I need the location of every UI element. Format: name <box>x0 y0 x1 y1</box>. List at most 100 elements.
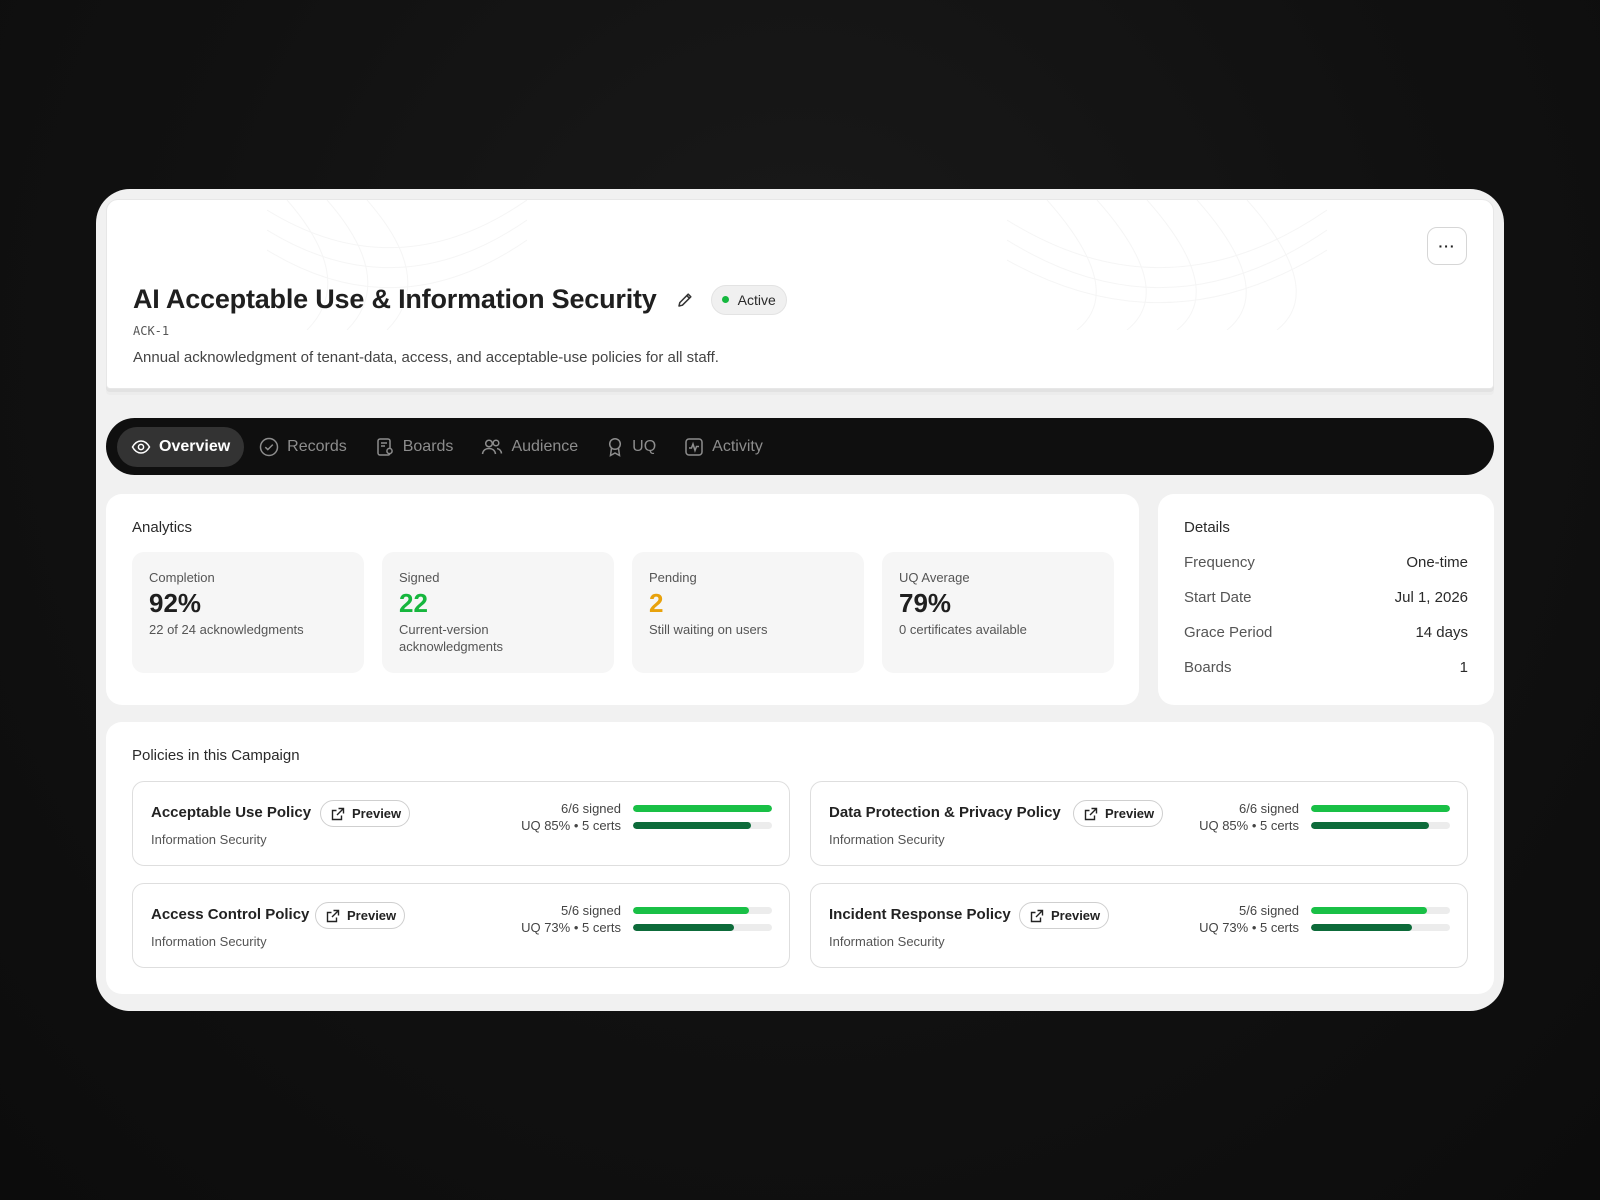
stat-card-uq-average: UQ Average 79% 0 certificates available <box>882 552 1114 673</box>
signed-progress-fill <box>1311 805 1450 812</box>
policy-category: Information Security <box>151 832 267 847</box>
stat-value: 92% <box>149 588 202 618</box>
uq-progress-bar <box>1311 924 1450 931</box>
signed-progress-bar <box>1311 805 1450 812</box>
preview-label: Preview <box>1051 908 1101 923</box>
app-frame: ··· AI Acceptable Use & Information Secu… <box>96 189 1504 1011</box>
external-link-icon <box>1030 909 1044 922</box>
campaign-description: Annual acknowledgment of tenant-data, ac… <box>133 349 719 366</box>
signed-progress-fill <box>1311 907 1427 914</box>
stat-subtext: Still waiting on users <box>649 622 768 637</box>
tab-overview[interactable]: Overview <box>117 426 245 467</box>
signed-progress-fill <box>633 907 749 914</box>
uq-progress-fill <box>633 924 735 931</box>
background-pattern-right <box>1007 200 1327 330</box>
uq-progress-fill <box>1311 924 1413 931</box>
preview-label: Preview <box>352 806 402 821</box>
signed-progress-bar <box>633 805 772 812</box>
detail-key: Boards <box>1184 659 1232 676</box>
policy-name: Incident Response Policy <box>829 906 1011 923</box>
detail-key: Frequency <box>1184 554 1255 571</box>
policy-name: Acceptable Use Policy <box>151 804 312 821</box>
more-options-icon: ··· <box>1438 238 1456 254</box>
policy-category: Information Security <box>829 934 945 949</box>
policy-category: Information Security <box>151 934 267 949</box>
policy-card-acceptable-use[interactable]: Acceptable Use Policy Preview Informatio… <box>132 781 790 866</box>
external-link-icon <box>331 807 345 820</box>
users-icon <box>482 438 503 454</box>
stat-card-completion: Completion 92% 22 of 24 acknowledgments <box>132 552 364 673</box>
detail-value: 1 <box>1459 659 1468 676</box>
detail-key: Grace Period <box>1184 624 1273 641</box>
signed-progress-bar <box>1311 907 1450 914</box>
tab-label: Records <box>287 437 347 455</box>
signed-progress-fill <box>633 805 772 812</box>
campaign-code: ACK-1 <box>133 324 170 338</box>
stat-value: 79% <box>899 588 952 618</box>
analytics-panel: Analytics Completion 92% 22 of 24 acknow… <box>106 494 1139 705</box>
policy-signed-count: 6/6 signed <box>1239 801 1299 816</box>
signed-progress-bar <box>633 907 772 914</box>
detail-value: 14 days <box>1415 624 1468 641</box>
activity-icon <box>685 437 703 456</box>
policy-signed-count: 5/6 signed <box>561 903 621 918</box>
tab-uq[interactable]: UQ <box>593 427 669 467</box>
edit-title-button[interactable] <box>675 290 695 310</box>
stat-subtext: 0 certificates available <box>899 622 1027 637</box>
check-circle-icon <box>259 437 279 456</box>
policy-name: Access Control Policy <box>151 906 310 923</box>
tab-label: Activity <box>712 437 763 455</box>
tab-boards[interactable]: Boards <box>362 427 467 467</box>
stat-value: 22 <box>399 588 428 618</box>
uq-progress-bar <box>633 822 772 829</box>
policy-card-incident-response[interactable]: Incident Response Policy Preview Informa… <box>810 883 1468 968</box>
stat-label: UQ Average <box>899 570 970 585</box>
policy-stats: 6/6 signed UQ 85% • 5 certs <box>1199 800 1299 834</box>
uq-progress-bar <box>633 924 772 931</box>
pencil-icon <box>677 292 692 307</box>
external-link-icon <box>1084 807 1098 820</box>
policy-uq-summary: UQ 73% • 5 certs <box>1199 920 1299 935</box>
tab-records[interactable]: Records <box>246 427 360 467</box>
external-link-icon <box>326 909 340 922</box>
status-dot-icon <box>721 296 729 303</box>
status-label: Active <box>737 291 776 308</box>
stat-subtext: 22 of 24 acknowledgments <box>149 622 304 637</box>
stat-label: Pending <box>649 570 697 585</box>
policy-name: Data Protection & Privacy Policy <box>829 804 1061 821</box>
policy-card-access-control[interactable]: Access Control Policy Preview Informatio… <box>132 883 790 968</box>
preview-button[interactable]: Preview <box>1019 902 1110 929</box>
tab-label: UQ <box>632 437 657 455</box>
tab-activity[interactable]: Activity <box>671 427 776 467</box>
preview-button[interactable]: Preview <box>1073 800 1164 827</box>
page-title: AI Acceptable Use & Information Security <box>133 284 657 314</box>
analytics-title: Analytics <box>132 519 193 536</box>
uq-progress-fill <box>633 822 752 829</box>
policy-uq-summary: UQ 85% • 5 certs <box>1199 818 1299 833</box>
policies-title: Policies in this Campaign <box>132 747 300 764</box>
uq-progress-bar <box>1311 822 1450 829</box>
tab-label: Audience <box>511 437 579 455</box>
uq-progress-fill <box>1311 822 1430 829</box>
detail-row-grace-period: Grace Period 14 days <box>1184 624 1468 641</box>
policy-card-data-protection[interactable]: Data Protection & Privacy Policy Preview… <box>810 781 1468 866</box>
policy-stats: 5/6 signed UQ 73% • 5 certs <box>521 902 621 936</box>
preview-button[interactable]: Preview <box>315 902 406 929</box>
detail-value: One-time <box>1406 554 1468 571</box>
award-icon <box>609 437 622 457</box>
tab-audience[interactable]: Audience <box>468 427 591 467</box>
stat-subtext: Current-version acknowledgments <box>399 622 504 654</box>
stat-label: Signed <box>399 570 440 585</box>
status-badge: Active <box>710 284 787 315</box>
campaign-header: ··· AI Acceptable Use & Information Secu… <box>106 199 1494 389</box>
more-options-button[interactable]: ··· <box>1427 227 1467 265</box>
stat-card-signed: Signed 22 Current-version acknowledgment… <box>382 552 614 673</box>
board-icon <box>376 437 393 456</box>
stat-value: 2 <box>649 588 664 618</box>
preview-button[interactable]: Preview <box>320 800 411 827</box>
policy-signed-count: 6/6 signed <box>561 801 621 816</box>
tab-label: Overview <box>159 437 231 455</box>
policy-stats: 5/6 signed UQ 73% • 5 certs <box>1199 902 1299 936</box>
policies-panel: Policies in this Campaign Acceptable Use… <box>106 722 1494 994</box>
detail-row-start-date: Start Date Jul 1, 2026 <box>1184 589 1468 606</box>
